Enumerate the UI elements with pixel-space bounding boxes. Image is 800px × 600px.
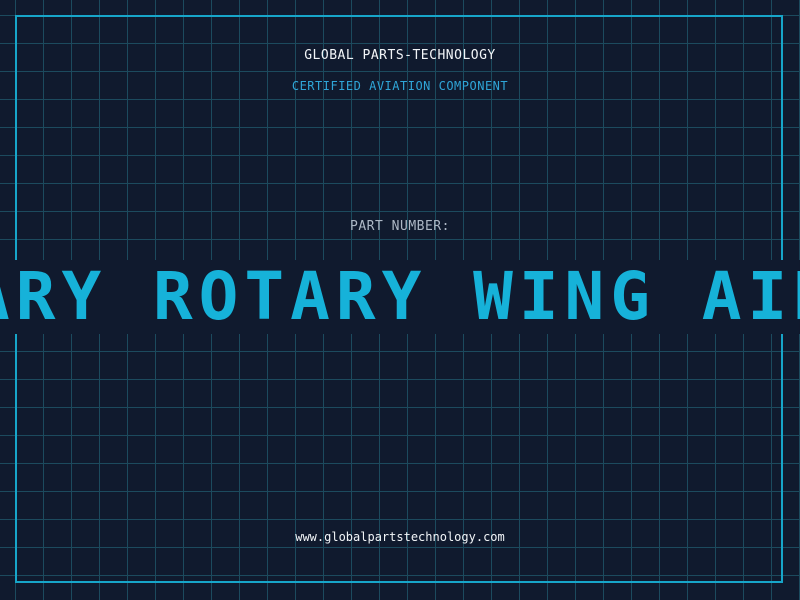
certification-subtitle: CERTIFIED AVIATION COMPONENT <box>291 79 509 93</box>
part-number-label: PART NUMBER: <box>350 219 450 234</box>
part-number-band: ARY ROTARY WING AIR <box>0 260 800 334</box>
website-url: www.globalpartstechnology.com <box>295 530 505 544</box>
part-number-marquee: ARY ROTARY WING AIR <box>0 260 800 334</box>
company-name: GLOBAL PARTS-TECHNOLOGY <box>304 48 496 63</box>
certificate-page: GLOBAL PARTS-TECHNOLOGY CERTIFIED AVIATI… <box>0 0 800 600</box>
